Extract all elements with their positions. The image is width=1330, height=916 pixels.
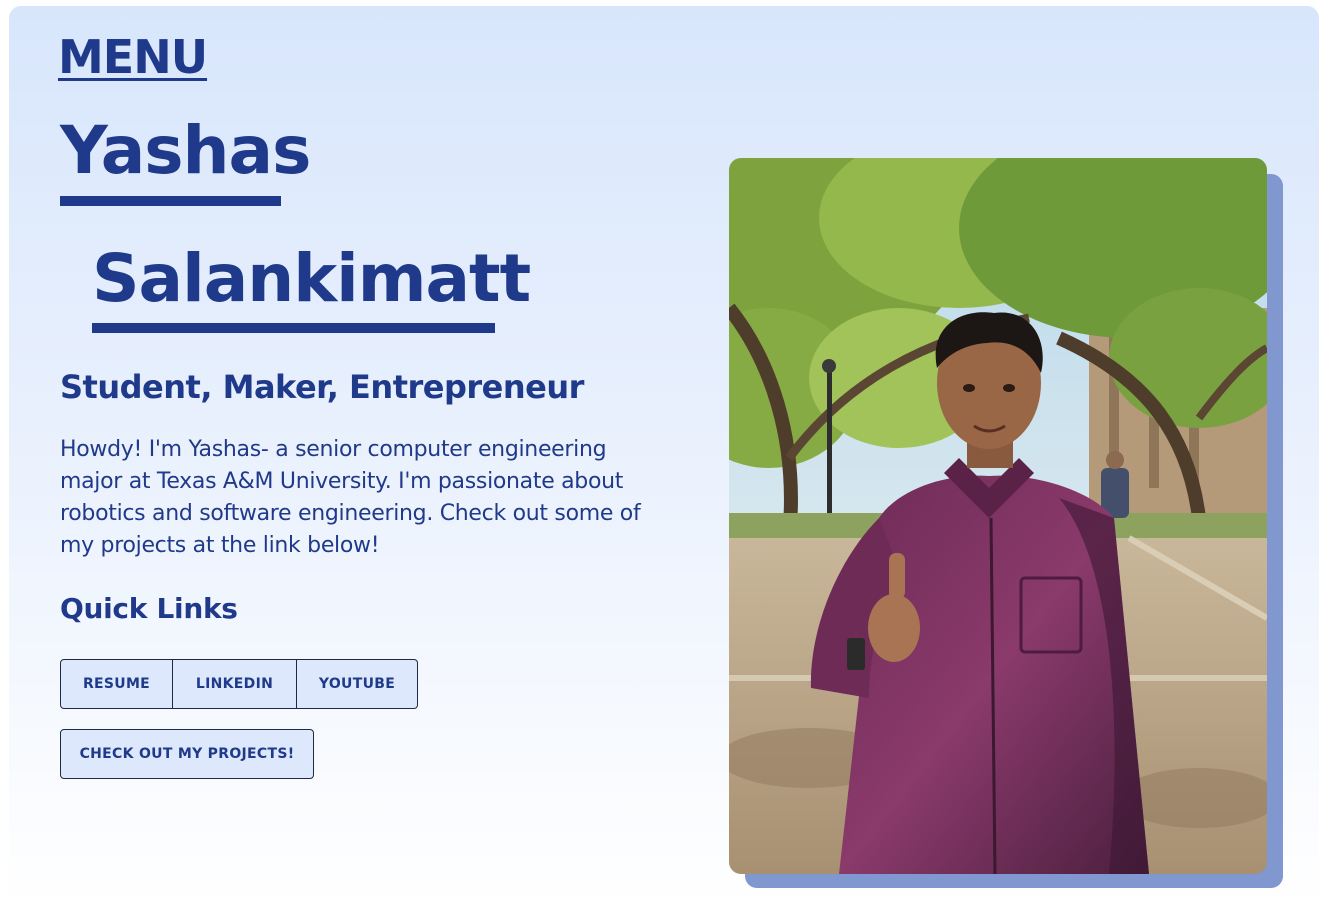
projects-button[interactable]: CHECK OUT MY PROJECTS! — [60, 729, 314, 779]
first-name: Yashas — [60, 112, 311, 189]
profile-photo — [729, 158, 1267, 874]
quick-links-title: Quick Links — [60, 592, 238, 625]
menu-link[interactable]: MENU — [58, 30, 208, 84]
tagline: Student, Maker, Entrepreneur — [60, 368, 584, 406]
linkedin-button[interactable]: LINKEDIN — [173, 659, 297, 709]
resume-button[interactable]: RESUME — [60, 659, 173, 709]
last-name-underline — [92, 323, 495, 333]
first-name-underline — [60, 196, 281, 206]
quick-links-button-group: RESUME LINKEDIN YOUTUBE — [60, 659, 418, 709]
last-name: Salankimatt — [92, 240, 531, 317]
bio-text: Howdy! I'm Yashas- a senior computer eng… — [60, 437, 641, 558]
hero-card: MENU Yashas Salankimatt Student, Maker, … — [9, 6, 1319, 910]
youtube-button[interactable]: YOUTUBE — [297, 659, 418, 709]
